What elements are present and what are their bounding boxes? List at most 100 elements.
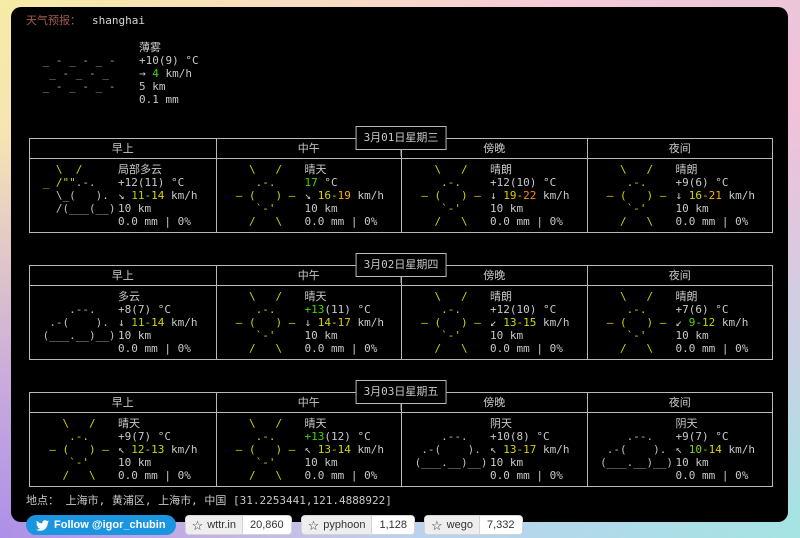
condition-text: 局部多云 <box>118 163 162 176</box>
github-badge-wttrin[interactable]: ☆ wttr.in 20,860 <box>184 515 292 535</box>
wind-arrow: ↓ <box>675 189 689 202</box>
precipitation-text: 0.0 mm | 0% <box>304 342 378 355</box>
location-line: 地点： 上海市, 黄浦区, 上海市, 中国 [31.2253441,121.48… <box>26 494 776 507</box>
temperature-text: +12(11) °C <box>118 176 185 189</box>
temperature-text: +12(10) °C <box>490 303 557 316</box>
forecast-text: 多云 +8(7) °C ↓ 11-14 km/h 10 km 0.0 mm | 0% <box>118 290 216 355</box>
current-condition-text: 薄雾 <box>139 41 161 54</box>
visibility-text: 10 km <box>118 456 152 469</box>
column-header-night: 夜间 <box>586 393 773 412</box>
wind-unit: km/h <box>164 316 198 329</box>
github-badge-wego[interactable]: ☆ wego 7,332 <box>424 515 523 535</box>
wind-unit: km/h <box>165 67 193 80</box>
wind-unit: km/h <box>164 189 198 202</box>
forecast-cell-noon: \ / .-. – ( ) – `-' / \ 晴天 +13(12) °C ↖ 13-… <box>215 413 402 486</box>
precipitation-text: 0.0 mm | 0% <box>304 215 378 228</box>
twitter-follow-button[interactable]: Follow @igor_chubin <box>26 515 176 535</box>
visibility-text: 10 km <box>675 456 709 469</box>
forecast-text: 阴天 +9(7) °C ↖ 10-14 km/h 10 km 0.0 mm | 0% <box>676 417 773 482</box>
visibility-text: 10 km <box>304 456 338 469</box>
table-body-row: \ / _ /"".-. \_( ). /(___(__) 局部多云 +12(11… <box>30 159 772 232</box>
wind-unit: km/h <box>164 443 198 456</box>
wind-low: 14 <box>317 316 331 329</box>
forecast-cell-noon: \ / .-. – ( ) – `-' / \ 晴天 17 °C ↘ 16-19 km… <box>215 159 402 232</box>
wind-low: 10 <box>688 443 702 456</box>
forecast-text: 局部多云 +12(11) °C ↘ 11-14 km/h 10 km 0.0 mm | … <box>118 163 216 228</box>
wind-unit: km/h <box>715 316 749 329</box>
wind-high: 15 <box>523 316 537 329</box>
wind-arrow: ↖ <box>304 443 318 456</box>
twitter-bird-icon <box>36 519 49 531</box>
wind-low: 12 <box>131 443 145 456</box>
wind-text: ↓ 16-21 km/h <box>675 189 756 202</box>
wind-arrow: ↖ <box>675 443 689 456</box>
forecast-text: 阴天 +10(8) °C ↖ 13-17 km/h 10 km 0.0 mm | 0% <box>490 417 587 482</box>
wind-high: 12 <box>702 316 716 329</box>
wind-high: 14 <box>151 189 165 202</box>
weather-art: .--. .-( ). (___.__)__) <box>593 430 673 469</box>
wind-low: 19 <box>503 189 517 202</box>
wind-unit: km/h <box>536 443 570 456</box>
wind-arrow: ↙ <box>490 316 504 329</box>
forecast-text: 晴天 +9(7) °C ↖ 12-13 km/h 10 km 0.0 mm | 0% <box>118 417 216 482</box>
forecast-cell-night: \ / .-. – ( ) – `-' / \ 晴朗 +7(6) °C ↙ 9-12 … <box>586 286 773 359</box>
wind-arrow: ↖ <box>118 443 132 456</box>
wind-arrow: → <box>139 67 146 80</box>
repo-name: wttr.in <box>207 518 236 531</box>
wind-unit: km/h <box>721 443 755 456</box>
wind-low: 16 <box>688 189 702 202</box>
precipitation-text: 0.0 mm | 0% <box>490 342 563 355</box>
github-badge-pyphoon[interactable]: ☆ pyphoon 1,128 <box>300 515 416 535</box>
visibility-text: 10 km <box>675 329 709 342</box>
repo-name: pyphoon <box>323 518 366 531</box>
temperature-text: +9(7) °C <box>675 430 729 443</box>
temperature-text: +8(7) °C <box>118 303 171 316</box>
current-text: 薄雾 +10(9) °C → 4 km/h 5 km 0.1 mm <box>139 41 199 106</box>
wind-text: ↘ 11-14 km/h <box>118 189 198 202</box>
precipitation-text: 0.0 mm | 0% <box>490 215 563 228</box>
date-label: 3月01日星期三 <box>355 126 447 156</box>
weather-art: .--. .-( ). (___.__)__) <box>36 303 116 342</box>
visibility-text: 10 km <box>304 329 338 342</box>
wind-unit: km/h <box>536 316 570 329</box>
weather-art: \ / .-. – ( ) – `-' / \ <box>408 163 481 228</box>
condition-text: 晴朗 <box>675 290 698 303</box>
visibility-text: 10 km <box>490 202 524 215</box>
star-icon: ☆ <box>191 517 204 533</box>
forecast-text: 晴朗 +9(6) °C ↓ 16-21 km/h 10 km 0.0 mm | 0% <box>676 163 773 228</box>
precipitation-text: 0.0 mm | 0% <box>118 215 191 228</box>
visibility-text: 10 km <box>118 329 152 342</box>
condition-text: 晴朗 <box>490 290 512 303</box>
wind-text: ↙ 13-15 km/h <box>490 316 570 329</box>
wind-unit: km/h <box>350 316 384 329</box>
forecast-text: 晴朗 +12(10) °C ↙ 13-15 km/h 10 km 0.0 mm | 0% <box>490 290 587 355</box>
forecast-text: 晴天 +13(12) °C ↖ 13-14 km/h 10 km 0.0 mm | 0% <box>305 417 402 482</box>
wind-arrow: ↘ <box>304 189 318 202</box>
star-icon: ☆ <box>431 517 443 533</box>
wind-arrow: ↓ <box>118 316 132 329</box>
current-visibility-text: 5 km <box>139 80 166 93</box>
condition-text: 多云 <box>118 290 140 303</box>
condition-text: 阴天 <box>675 417 698 430</box>
condition-text: 晴朗 <box>675 163 698 176</box>
wind-low: 11 <box>131 316 145 329</box>
forecast-cell-morning: \ / .-. – ( ) – `-' / \ 晴天 +9(7) °C ↖ 12-13… <box>30 413 216 486</box>
report-location: shanghai <box>92 14 145 27</box>
weather-art: \ / .-. – ( ) – `-' / \ <box>593 290 667 355</box>
wind-text: ↖ 13-17 km/h <box>490 443 570 456</box>
star-icon: ☆ <box>307 517 320 533</box>
location-text: 上海市, 黄浦区, 上海市, 中国 [31.2253441,121.488892… <box>65 494 392 507</box>
date-label: 3月03日星期五 <box>355 380 447 410</box>
weather-art: \ / .-. – ( ) – `-' / \ <box>222 290 296 355</box>
current-temperature-text: +10(9) °C <box>139 54 199 67</box>
forecast-text: 晴天 +13(11) °C ↓ 14-17 km/h 10 km 0.0 mm | 0% <box>305 290 402 355</box>
forecast-cell-morning: .--. .-( ). (___.__)__) 多云 +8(7) °C ↓ 11-1… <box>30 286 216 359</box>
day-section: 3月03日星期五 早上 中午 傍晚 夜间 \ / .-. – ( ) – `-' / \… <box>29 380 773 487</box>
wind-high: 17 <box>523 443 537 456</box>
wind-text: ↘ 16-19 km/h <box>304 189 385 202</box>
day-section: 3月01日星期三 早上 中午 傍晚 夜间 \ / _ /"".-. \_( ). /(_… <box>29 126 773 233</box>
wind-arrow: ↖ <box>490 443 504 456</box>
wind-arrow: ↓ <box>304 316 318 329</box>
wind-high: 14 <box>337 443 351 456</box>
table-body-row: .--. .-( ). (___.__)__) 多云 +8(7) °C ↓ 11-1… <box>30 286 772 359</box>
